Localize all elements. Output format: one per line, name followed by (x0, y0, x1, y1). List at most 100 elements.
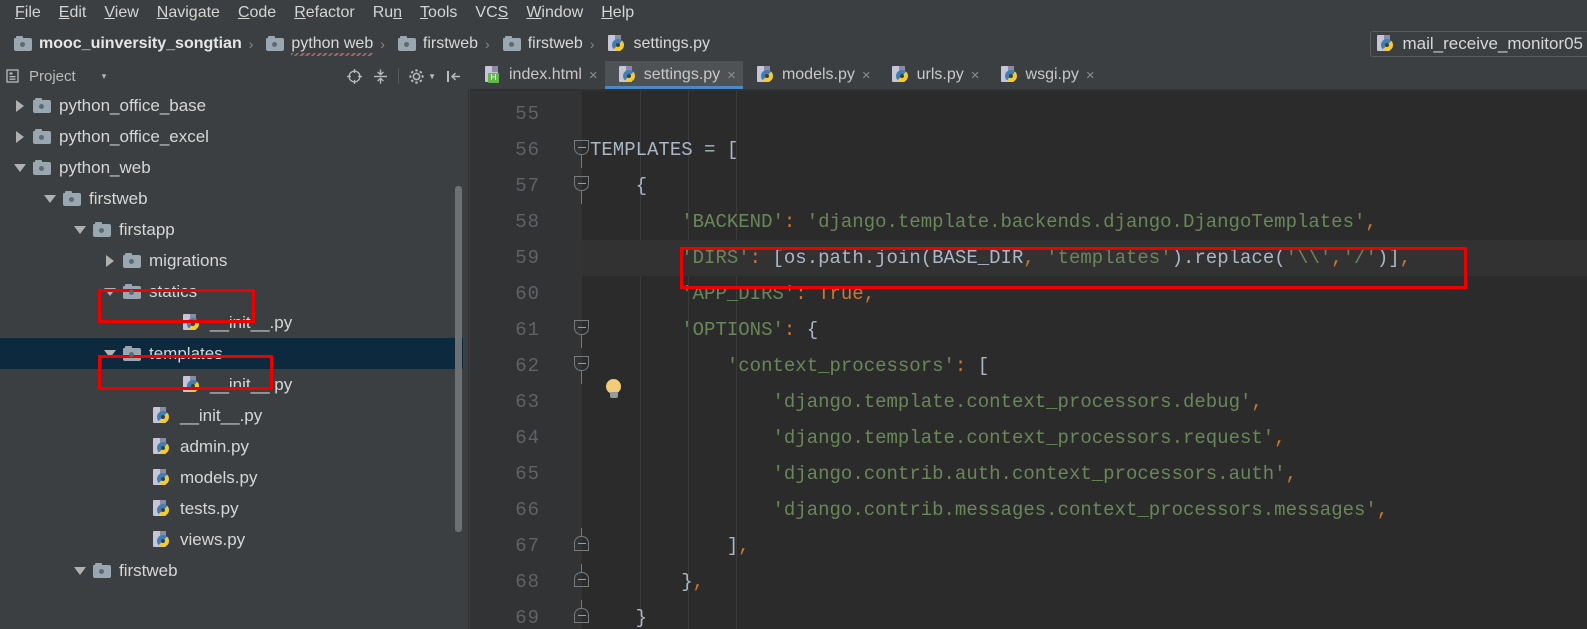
project-tree[interactable]: python_office_base python_office_excelpyt… (0, 90, 463, 629)
code-line-58[interactable]: 'BACKEND': 'django.template.backends.dja… (582, 204, 1587, 240)
tree-item-label: python_office_excel (59, 126, 209, 146)
chevron-right-icon[interactable] (14, 99, 27, 112)
code-line-55[interactable] (582, 96, 1587, 132)
chevron-right-icon[interactable] (104, 254, 117, 267)
gutter-line-67: 67 (470, 528, 582, 564)
code-line-68[interactable]: }, (582, 564, 1587, 600)
locate-icon[interactable] (346, 68, 363, 85)
menu-item-refactor[interactable]: Refactor (285, 2, 363, 24)
tab-models-py[interactable]: models.py × (743, 61, 878, 89)
folder-icon (502, 36, 522, 52)
tree-item-templates[interactable]: templates (0, 338, 463, 369)
code-line-63[interactable]: 'django.template.context_processors.debu… (582, 384, 1587, 420)
menu-item-view[interactable]: View (95, 2, 147, 24)
code-line-text: 'django.contrib.auth.context_processors.… (772, 463, 1298, 485)
tree-item--init-py[interactable]: __init__.py (0, 307, 463, 338)
tree-item-admin-py[interactable]: admin.py (0, 431, 463, 462)
code-line-67[interactable]: ], (582, 528, 1587, 564)
gutter-line-58: 58 (470, 204, 582, 240)
project-icon (6, 68, 22, 84)
code-line-text: 'OPTIONS': { (681, 319, 819, 341)
code-line-66[interactable]: 'django.contrib.messages.context_process… (582, 492, 1587, 528)
project-tree-scrollbar[interactable] (455, 186, 462, 532)
hide-panel-icon[interactable] (445, 68, 462, 85)
code-text-area[interactable]: TEMPLATES = [ { 'BACKEND': 'django.templ… (582, 90, 1587, 629)
chevron-down-icon: ▼ (428, 71, 436, 81)
close-icon[interactable]: × (589, 67, 598, 84)
close-icon[interactable]: × (1086, 67, 1095, 84)
tree-item-views-py[interactable]: views.py (0, 524, 463, 555)
chevron-down-icon[interactable] (74, 223, 87, 236)
tree-item-label: __init__.py (210, 374, 293, 394)
code-line-69[interactable]: } (582, 600, 1587, 629)
panel-divider[interactable] (463, 90, 470, 629)
tree-item-firstapp[interactable]: firstapp (0, 214, 463, 245)
tree-item-python-web[interactable]: python_web (0, 152, 463, 183)
menu-item-help[interactable]: Help (592, 2, 643, 24)
breadcrumb-label: settings.py (633, 35, 710, 52)
tab-wsgi-py[interactable]: wsgi.py × (987, 61, 1102, 89)
tab-settings-py[interactable]: settings.py × (604, 61, 744, 89)
code-line-62[interactable]: 'context_processors': [ (582, 348, 1587, 384)
tree-item-firstweb[interactable]: firstweb (0, 555, 463, 586)
code-line-65[interactable]: 'django.contrib.auth.context_processors.… (582, 456, 1587, 492)
close-icon[interactable]: × (971, 67, 980, 84)
line-number: 65 (515, 463, 540, 485)
tree-item-firstweb[interactable]: firstweb (0, 183, 463, 214)
chevron-down-icon[interactable] (104, 285, 117, 298)
gutter-line-66: 66 (470, 492, 582, 528)
gutter-line-65: 65 (470, 456, 582, 492)
menu-item-code[interactable]: Code (229, 2, 285, 24)
breadcrumb-item-python-web[interactable]: python web (260, 35, 373, 56)
chevron-down-icon[interactable] (44, 192, 57, 205)
code-editor[interactable]: 55 56 57 58 59 60 61 62 63 64 65 66 67 68 69 TEMPLATES… (470, 90, 1587, 629)
chevron-down-icon[interactable] (74, 564, 87, 577)
chevron-down-icon[interactable] (14, 161, 27, 174)
tree-item-models-py[interactable]: models.py (0, 462, 463, 493)
tree-item-statics[interactable]: statics (0, 276, 463, 307)
menu-item-navigate[interactable]: Navigate (148, 2, 229, 24)
code-line-59[interactable]: 'DIRS': [os.path.join(BASE_DIR, 'templat… (582, 240, 1587, 276)
menu-item-run[interactable]: Run (364, 2, 411, 24)
close-icon[interactable]: × (862, 67, 871, 84)
collapse-all-icon[interactable] (372, 68, 389, 85)
chevron-down-icon[interactable] (104, 347, 117, 360)
code-line-61[interactable]: 'OPTIONS': { (582, 312, 1587, 348)
code-line-64[interactable]: 'django.template.context_processors.requ… (582, 420, 1587, 456)
tab-index-html[interactable]: Hindex.html × (470, 61, 605, 89)
breadcrumb-item-firstweb[interactable]: firstweb (392, 35, 478, 53)
tab-urls-py[interactable]: urls.py × (878, 61, 987, 89)
menu-item-vcs[interactable]: VCS (466, 2, 517, 24)
tree-item-python-office-base[interactable]: python_office_base (0, 90, 463, 121)
menu-item-window[interactable]: Window (517, 2, 592, 24)
tree-item--init-py[interactable]: __init__.py (0, 369, 463, 400)
close-icon[interactable]: × (727, 67, 736, 84)
tree-item-tests-py[interactable]: tests.py (0, 493, 463, 524)
menu-item-file[interactable]: File (6, 2, 50, 24)
menu-item-edit[interactable]: Edit (50, 2, 96, 24)
breadcrumb-item-mooc-uinversity-songtian[interactable]: mooc_uinversity_songtian (8, 35, 242, 53)
code-line-60[interactable]: 'APP_DIRS': True, (582, 276, 1587, 312)
breadcrumb: mooc_uinversity_songtian › python web › firs… (0, 26, 1587, 62)
chevron-right-icon[interactable] (14, 130, 27, 143)
tree-item-label: templates (149, 343, 223, 363)
settings-gear-icon[interactable]: ▼ (408, 68, 436, 85)
code-line-56[interactable]: TEMPLATES = [ (582, 132, 1587, 168)
breadcrumb-item-firstweb[interactable]: firstweb (497, 35, 583, 53)
folder-icon (33, 97, 52, 114)
tree-item-migrations[interactable]: migrations (0, 245, 463, 276)
folder-icon (33, 128, 52, 145)
run-configuration-selector[interactable]: mail_receive_monitor05 (1369, 31, 1587, 57)
breadcrumb-separator: › (485, 36, 490, 52)
project-panel-title: Project (29, 67, 76, 85)
editor-gutter[interactable]: 55 56 57 58 59 60 61 62 63 64 65 66 67 68 69 (470, 90, 589, 629)
breadcrumb-item-settings-py[interactable]: settings.py (602, 35, 710, 53)
chevron-down-icon[interactable]: ▾ (102, 71, 107, 82)
code-line-57[interactable]: { (582, 168, 1587, 204)
code-line-text: 'django.template.context_processors.debu… (772, 391, 1263, 413)
tree-item-python-office-excel[interactable]: python_office_excel (0, 121, 463, 152)
menu-item-tools[interactable]: Tools (411, 2, 466, 24)
toolbar-divider (398, 68, 400, 84)
folder-icon (33, 159, 52, 176)
tree-item--init-py[interactable]: __init__.py (0, 400, 463, 431)
